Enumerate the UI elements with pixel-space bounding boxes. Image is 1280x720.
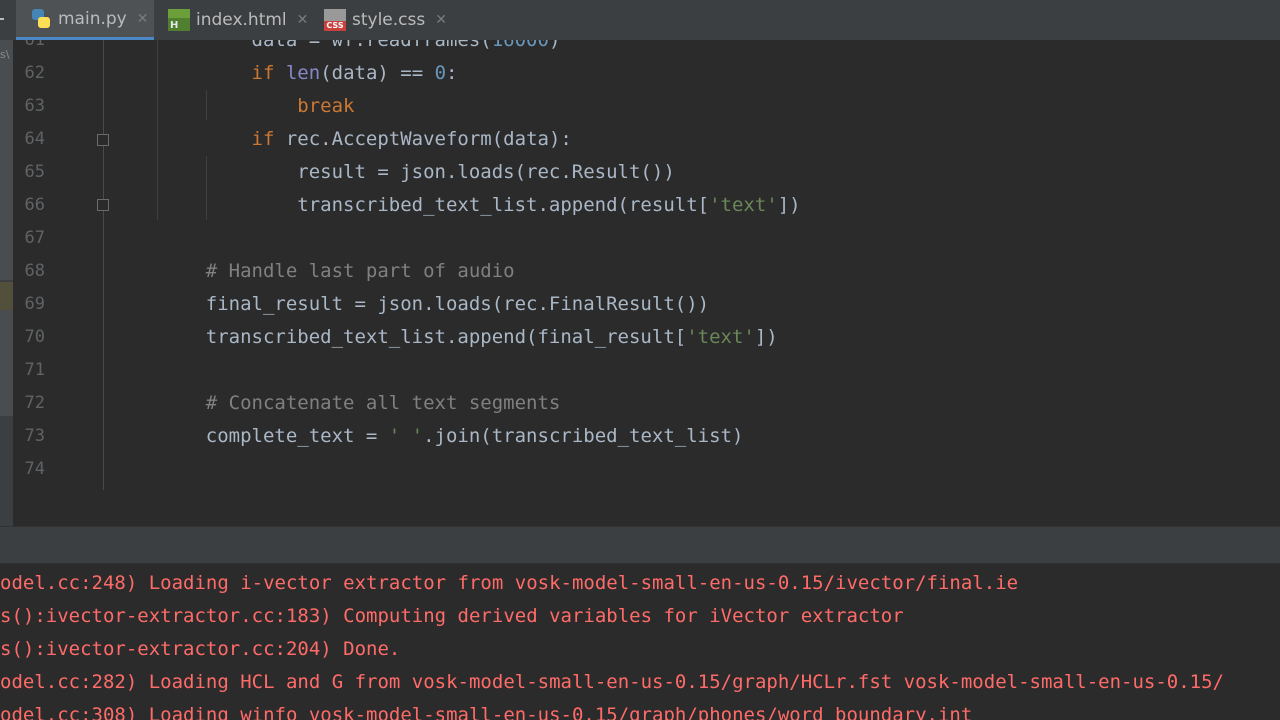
line-number: 70 <box>24 327 45 347</box>
code-token: data = wf.readframes( <box>160 40 492 51</box>
line-number: 74 <box>24 459 45 479</box>
code-text: transcribed_text_list.append(final_resul… <box>160 321 778 354</box>
code-text: if rec.AcceptWaveform(data): <box>160 123 572 156</box>
console-line: odel.cc:308) Loading winfo vosk-model-sm… <box>0 704 973 720</box>
code-text: result = json.loads(rec.Result()) <box>160 156 675 189</box>
code-text: break <box>160 90 354 123</box>
line-number: 61 <box>24 40 45 50</box>
code-token: rec.AcceptWaveform(data): <box>274 128 572 150</box>
console-line: s():ivector-extractor.cc:183) Computing … <box>0 605 904 627</box>
line-number: 72 <box>24 393 45 413</box>
line-number: 66 <box>24 195 45 215</box>
code-token: len <box>285 62 321 84</box>
code-token: complete_text = <box>160 425 389 447</box>
code-text: # Concatenate all text segments <box>160 387 561 420</box>
close-icon[interactable]: ✕ <box>297 12 309 28</box>
code-token: transcribed_text_list.append(result[ <box>160 194 710 216</box>
css-file-icon: CSS <box>324 9 346 31</box>
close-icon[interactable]: ✕ <box>435 12 447 28</box>
console-line: odel.cc:248) Loading i-vector extractor … <box>0 572 1019 594</box>
code-text: # Handle last part of audio <box>160 255 515 288</box>
code-line[interactable]: 71 <box>13 354 1280 387</box>
left-tool-strip: s\ <box>0 40 13 526</box>
code-token: final_result = json.loads(rec.FinalResul… <box>160 293 710 315</box>
code-line[interactable]: 70 transcribed_text_list.append(final_re… <box>13 321 1280 354</box>
code-token: # Concatenate all text segments <box>205 392 561 414</box>
code-line[interactable]: 73 complete_text = ' '.join(transcribed_… <box>13 420 1280 453</box>
code-token: 16000 <box>491 40 549 51</box>
code-line[interactable]: 67 <box>13 222 1280 255</box>
code-token: (data) == <box>320 62 435 84</box>
code-token: ) <box>548 40 561 51</box>
tab-bar-left-marker <box>0 18 4 20</box>
strip-panel <box>0 310 13 416</box>
strip-text-fragment: s\ <box>0 48 10 61</box>
code-line[interactable]: 63 break <box>13 90 1280 123</box>
code-text: final_result = json.loads(rec.FinalResul… <box>160 288 709 321</box>
run-console-output: odel.cc:248) Loading i-vector extractor … <box>0 564 1280 720</box>
python-file-icon <box>30 8 52 30</box>
code-token: if <box>251 128 275 150</box>
code-token: 0 <box>434 62 447 84</box>
code-text: data = wf.readframes(16000) <box>160 40 561 57</box>
code-line[interactable]: 69 final_result = json.loads(rec.FinalRe… <box>13 288 1280 321</box>
code-line[interactable]: 74 <box>13 453 1280 486</box>
html-file-icon: H <box>168 9 190 31</box>
code-token: ' ' <box>388 425 424 447</box>
tab-label: index.html <box>196 10 287 30</box>
console-line: s():ivector-extractor.cc:204) Done. <box>0 638 401 660</box>
editor-tab-bar: main.py ✕ H index.html ✕ CSS style.css ✕ <box>0 0 1280 41</box>
code-token: ]) <box>777 194 801 216</box>
code-token: 'text' <box>709 194 778 216</box>
code-token: if <box>251 62 275 84</box>
tab-label: main.py <box>58 8 127 29</box>
code-text: complete_text = ' '.join(transcribed_tex… <box>160 420 744 453</box>
line-number: 73 <box>24 426 45 446</box>
tab-main-py[interactable]: main.py ✕ <box>16 0 154 40</box>
close-icon[interactable]: ✕ <box>137 11 149 27</box>
code-line[interactable]: 62 if len(data) == 0: <box>13 57 1280 90</box>
code-text: if len(data) == 0: <box>160 57 458 90</box>
tab-style-css[interactable]: CSS style.css ✕ <box>310 0 460 40</box>
code-token: 'text' <box>686 326 755 348</box>
console-line: odel.cc:282) Loading HCL and G from vosk… <box>0 671 1224 693</box>
code-token: break <box>297 95 355 117</box>
code-token: transcribed_text_list.append(final_resul… <box>160 326 687 348</box>
code-text: transcribed_text_list.append(result['tex… <box>160 189 801 222</box>
line-number: 71 <box>24 360 45 380</box>
strip-highlight <box>0 282 13 310</box>
code-line[interactable]: 61 data = wf.readframes(16000) <box>13 40 1280 57</box>
code-line[interactable]: 66 transcribed_text_list.append(result['… <box>13 189 1280 222</box>
line-number: 63 <box>24 96 45 116</box>
tab-label: style.css <box>352 10 426 30</box>
code-line[interactable]: 64 if rec.AcceptWaveform(data): <box>13 123 1280 156</box>
line-number: 64 <box>24 129 45 149</box>
line-number: 62 <box>24 63 45 83</box>
code-token: ]) <box>754 326 778 348</box>
line-number: 68 <box>24 261 45 281</box>
code-editor[interactable]: 61 data = wf.readframes(16000) 62 if len(… <box>13 40 1280 526</box>
strip-panel <box>0 40 13 280</box>
code-line[interactable]: 65 result = json.loads(rec.Result()) <box>13 156 1280 189</box>
code-line[interactable]: 72 # Concatenate all text segments <box>13 387 1280 420</box>
code-token: result = json.loads(rec.Result()) <box>160 161 675 183</box>
code-line[interactable]: 68 # Handle last part of audio <box>13 255 1280 288</box>
line-number: 69 <box>24 294 45 314</box>
line-number: 67 <box>24 228 45 248</box>
code-token: : <box>446 62 458 84</box>
code-token: .join(transcribed_text_list) <box>423 425 744 447</box>
line-number: 65 <box>24 162 45 182</box>
tab-index-html[interactable]: H index.html ✕ <box>154 0 310 40</box>
code-token: # Handle last part of audio <box>205 260 515 282</box>
run-panel-header <box>0 526 1280 564</box>
